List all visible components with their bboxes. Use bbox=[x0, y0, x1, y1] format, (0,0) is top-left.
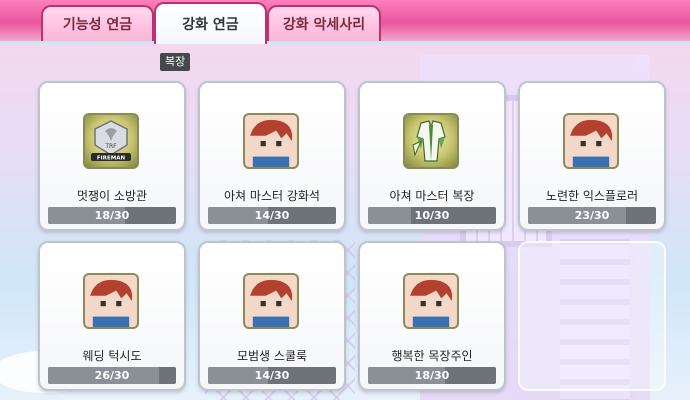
school-look-icon bbox=[243, 273, 299, 329]
progress-bar: 23/30 bbox=[528, 207, 656, 224]
ranch-hat-icon bbox=[403, 273, 459, 329]
tab-bar: 기능성 연금 강화 연금 강화 악세사리 bbox=[0, 0, 690, 44]
item-name: 모범생 스쿨룩 bbox=[236, 349, 308, 363]
fireman-badge-icon: TRF FIREMAN bbox=[83, 113, 139, 169]
character-avatar-icon bbox=[245, 275, 297, 327]
character-avatar-icon bbox=[245, 115, 297, 167]
item-card-explorer[interactable]: 노련한 익스플로러 23/30 bbox=[518, 81, 666, 231]
item-name: 멋쟁이 소방관 bbox=[76, 189, 148, 203]
svg-text:TRF: TRF bbox=[104, 143, 117, 150]
svg-text:FIREMAN: FIREMAN bbox=[97, 156, 126, 162]
character-avatar-icon bbox=[405, 275, 457, 327]
progress-text: 14/30 bbox=[254, 369, 290, 382]
progress-text: 26/30 bbox=[94, 369, 130, 382]
item-name: 웨딩 턱시도 bbox=[82, 349, 142, 363]
character-avatar-icon bbox=[565, 115, 617, 167]
item-card-archer-stone[interactable]: 아쳐 마스터 강화석 14/30 bbox=[198, 81, 346, 231]
progress-bar: 18/30 bbox=[368, 367, 496, 384]
explorer-helmet-icon bbox=[563, 113, 619, 169]
progress-bar: 26/30 bbox=[48, 367, 176, 384]
progress-text: 14/30 bbox=[254, 209, 290, 222]
progress-bar: 14/30 bbox=[208, 207, 336, 224]
progress-text: 10/30 bbox=[414, 209, 450, 222]
item-name: 행복한 목장주인 bbox=[391, 349, 473, 363]
tab-enhance-accessory[interactable]: 강화 악세사리 bbox=[267, 5, 381, 41]
wedding-tuxedo-icon bbox=[83, 273, 139, 329]
progress-text: 18/30 bbox=[414, 369, 450, 382]
progress-bar: 14/30 bbox=[208, 367, 336, 384]
item-card-school-look[interactable]: 모범생 스쿨룩 14/30 bbox=[198, 241, 346, 391]
item-name: 아쳐 마스터 강화석 bbox=[224, 189, 320, 203]
item-card-wedding-tuxedo[interactable]: 웨딩 턱시도 26/30 bbox=[38, 241, 186, 391]
tab-enhance-pension[interactable]: 강화 연금 bbox=[154, 2, 267, 44]
tooltip: 복장 bbox=[160, 53, 191, 71]
progress-text: 23/30 bbox=[574, 209, 610, 222]
item-name: 노련한 익스플로러 bbox=[545, 189, 639, 203]
progress-bar: 18/30 bbox=[48, 207, 176, 224]
progress-text: 18/30 bbox=[94, 209, 130, 222]
item-card-archer-outfit[interactable]: 아쳐 마스터 복장 10/30 bbox=[358, 81, 506, 231]
progress-bar: 10/30 bbox=[368, 207, 496, 224]
blue-gem-icon bbox=[243, 113, 299, 169]
character-avatar-icon bbox=[85, 275, 137, 327]
tab-functional-pension[interactable]: 기능성 연금 bbox=[41, 5, 154, 41]
green-outfit-icon bbox=[403, 113, 459, 169]
item-card-ranch-owner[interactable]: 행복한 목장주인 18/30 bbox=[358, 241, 506, 391]
empty-card-slot bbox=[518, 241, 666, 391]
item-card-fireman[interactable]: TRF FIREMAN 멋쟁이 소방관 18/30 bbox=[38, 81, 186, 231]
item-name: 아쳐 마스터 복장 bbox=[389, 189, 475, 203]
